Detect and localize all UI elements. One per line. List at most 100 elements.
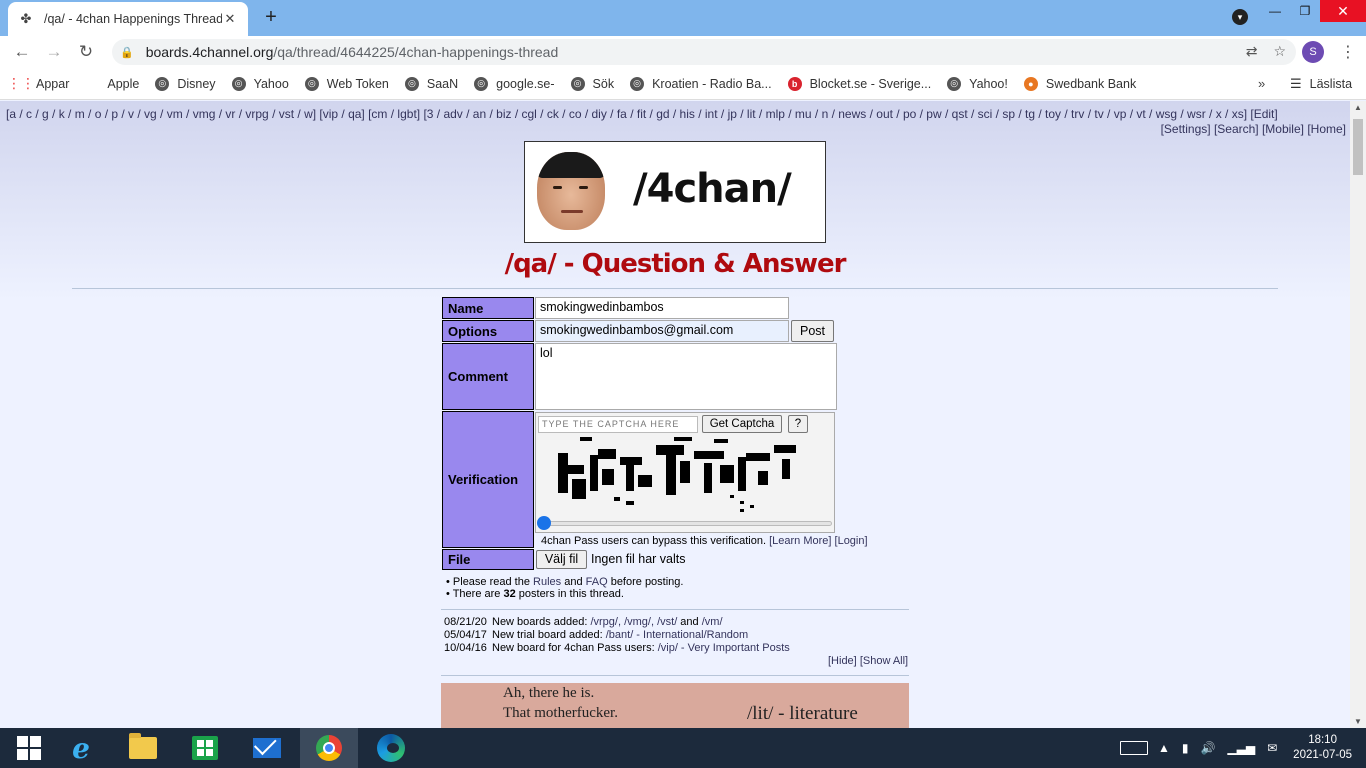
network-icon[interactable]: ▁▃▅	[1227, 741, 1255, 755]
reading-list-label: Läslista	[1309, 77, 1353, 91]
login-link[interactable]: [Login]	[835, 535, 868, 547]
post-button[interactable]: Post	[791, 320, 834, 342]
captcha-help-button[interactable]: ?	[788, 415, 808, 433]
board-navigation-right[interactable]: [Settings] [Search] [Mobile] [Home]	[1161, 122, 1346, 136]
show-all-news-link[interactable]: [Show All]	[860, 655, 908, 667]
faq-link[interactable]: FAQ	[586, 576, 608, 588]
scroll-thumb[interactable]	[1353, 119, 1363, 175]
news-date: 05/04/17	[444, 629, 487, 641]
restore-icon[interactable]: ❐	[1290, 0, 1320, 22]
touch-keyboard-icon[interactable]	[1119, 741, 1148, 755]
notification-icon[interactable]: ✉	[1267, 741, 1277, 755]
blocket-icon: b	[787, 76, 802, 91]
bookmark-item[interactable]: ◎ Sök	[570, 76, 614, 91]
captcha-image	[558, 437, 796, 512]
news-date: 10/04/16	[444, 642, 487, 654]
bookmark-item[interactable]: ◎ Disney	[155, 76, 216, 91]
chrome-menu-icon[interactable]: ⋮	[1340, 42, 1356, 62]
close-tab-icon[interactable]: ✕	[222, 11, 238, 27]
bookmark-item[interactable]: b Blocket.se - Sverige...	[787, 76, 931, 91]
poster-count: 32	[503, 588, 516, 600]
lit-banner-line2: That motherfucker.	[503, 705, 618, 721]
get-captcha-button[interactable]: Get Captcha	[702, 415, 782, 433]
minimize-icon[interactable]: —	[1260, 0, 1290, 22]
news-link[interactable]: /vrpg/, /vmg/, /vst/	[590, 616, 677, 628]
options-input[interactable]: smokingwedinbambos@gmail.com	[535, 320, 789, 342]
board-navigation[interactable]: [a / c / g / k / m / o / p / v / vg / vm…	[6, 107, 1346, 121]
windows-taskbar: e ▲ ▮ 🔊 ▁▃▅ ✉ 18:10 2021-07-05	[0, 728, 1366, 768]
banner-face-image	[537, 152, 605, 230]
captcha-slider-track[interactable]	[542, 521, 832, 526]
board-banner[interactable]: /4chan/	[524, 141, 826, 243]
tray-chevron-icon[interactable]: ▲	[1158, 741, 1170, 755]
bookmark-item[interactable]: Apple	[85, 77, 139, 91]
clover-favicon-icon: ✤	[20, 11, 32, 26]
lit-ad-banner[interactable]: Ah, there he is. That motherfucker. /lit…	[441, 683, 909, 728]
bookmark-label: Kroatien - Radio Ba...	[652, 76, 772, 91]
start-button[interactable]	[0, 728, 58, 768]
bookmark-item[interactable]: ◎ Kroatien - Radio Ba...	[630, 76, 772, 91]
forward-arrow-icon[interactable]: →	[38, 42, 70, 62]
news-link-2[interactable]: /vm/	[702, 616, 723, 628]
browser-tab[interactable]: ✤ /qa/ - 4chan Happenings Thread ✕	[8, 2, 248, 36]
clock-date: 2021-07-05	[1293, 749, 1352, 761]
divider	[441, 609, 909, 610]
close-window-icon[interactable]: ✕	[1320, 0, 1366, 22]
translate-icon[interactable]: ⇄	[1246, 43, 1258, 60]
hide-news-link[interactable]: [Hide]	[828, 655, 857, 667]
store-icon[interactable]	[176, 728, 234, 768]
bookmark-item[interactable]: ● Swedbank Bank	[1023, 76, 1136, 91]
url-host: boards.4channel.org	[145, 44, 274, 60]
news-link[interactable]: /vip/ - Very Important Posts	[658, 642, 790, 654]
clock-time: 18:10	[1308, 734, 1337, 746]
rules-link[interactable]: Rules	[533, 576, 561, 588]
bookmark-item[interactable]: ◎ SaaN	[404, 76, 458, 91]
bookmark-item[interactable]: ◎ Yahoo!	[947, 76, 1008, 91]
scroll-up-icon[interactable]: ▲	[1354, 103, 1362, 112]
verification-label: Verification	[442, 411, 534, 548]
bookmark-label: Web Token	[326, 76, 389, 91]
edge-icon[interactable]	[362, 728, 420, 768]
board-list[interactable]: [a / c / g / k / m / o / p / v / vg / vm…	[6, 107, 1278, 121]
bookmark-item[interactable]: ◎ Yahoo	[231, 76, 289, 91]
bookmark-item[interactable]: ◎ Web Token	[304, 76, 389, 91]
volume-icon[interactable]: 🔊	[1200, 741, 1215, 755]
news-link[interactable]: /bant/ - International/Random	[606, 629, 748, 641]
lock-icon[interactable]: 🔒	[120, 46, 134, 59]
internet-explorer-icon[interactable]: e	[52, 728, 110, 768]
choose-file-button[interactable]: Välj fil	[536, 550, 587, 569]
profile-avatar[interactable]: S	[1302, 41, 1324, 63]
page-scrollbar[interactable]: ▲ ▼	[1350, 101, 1366, 728]
bookmark-star-icon[interactable]: ☆	[1273, 43, 1286, 60]
globe-icon: ◎	[947, 76, 962, 91]
comment-textarea[interactable]: lol	[535, 343, 837, 410]
new-tab-icon[interactable]: +	[258, 4, 284, 30]
reading-list-button[interactable]: ☰ Läslista	[1290, 76, 1352, 92]
pass-note: 4chan Pass users can bypass this verific…	[541, 535, 868, 547]
news-item: 10/04/16 New board for 4chan Pass users: …	[444, 642, 790, 655]
captcha-widget: TYPE THE CAPTCHA HERE Get Captcha ?	[535, 412, 835, 533]
tab-search-icon[interactable]: ▾	[1232, 9, 1248, 25]
captcha-slider-handle[interactable]	[537, 516, 551, 530]
divider	[72, 288, 1278, 289]
globe-icon: ◎	[304, 76, 319, 91]
mail-icon[interactable]	[238, 728, 296, 768]
scroll-down-icon[interactable]: ▼	[1354, 717, 1362, 726]
bookmark-item[interactable]: ⋮⋮ Appar	[7, 75, 69, 91]
name-input[interactable]: smokingwedinbambos	[535, 297, 789, 319]
chrome-taskbar-icon[interactable]	[300, 728, 358, 768]
battery-icon[interactable]: ▮	[1182, 741, 1189, 755]
address-bar[interactable]: 🔒 boards.4channel.org/qa/thread/4644225/…	[112, 39, 1296, 65]
bookmarks-overflow-icon[interactable]: »	[1258, 76, 1265, 91]
settings-search-links[interactable]: [Settings] [Search] [Mobile] [Home]	[1161, 122, 1346, 136]
captcha-input[interactable]: TYPE THE CAPTCHA HERE	[538, 416, 698, 433]
bookmark-label: Apple	[107, 76, 140, 91]
system-clock[interactable]: 18:10 2021-07-05	[1293, 733, 1352, 763]
bookmark-item[interactable]: ◎ google.se-	[474, 76, 555, 91]
reload-icon[interactable]: ↻	[70, 42, 102, 62]
news-date: 08/21/20	[444, 616, 487, 628]
windows-logo-icon	[17, 736, 41, 760]
file-explorer-icon[interactable]	[114, 728, 172, 768]
learn-more-link[interactable]: [Learn More]	[769, 535, 831, 547]
back-arrow-icon[interactable]: ←	[6, 42, 38, 62]
